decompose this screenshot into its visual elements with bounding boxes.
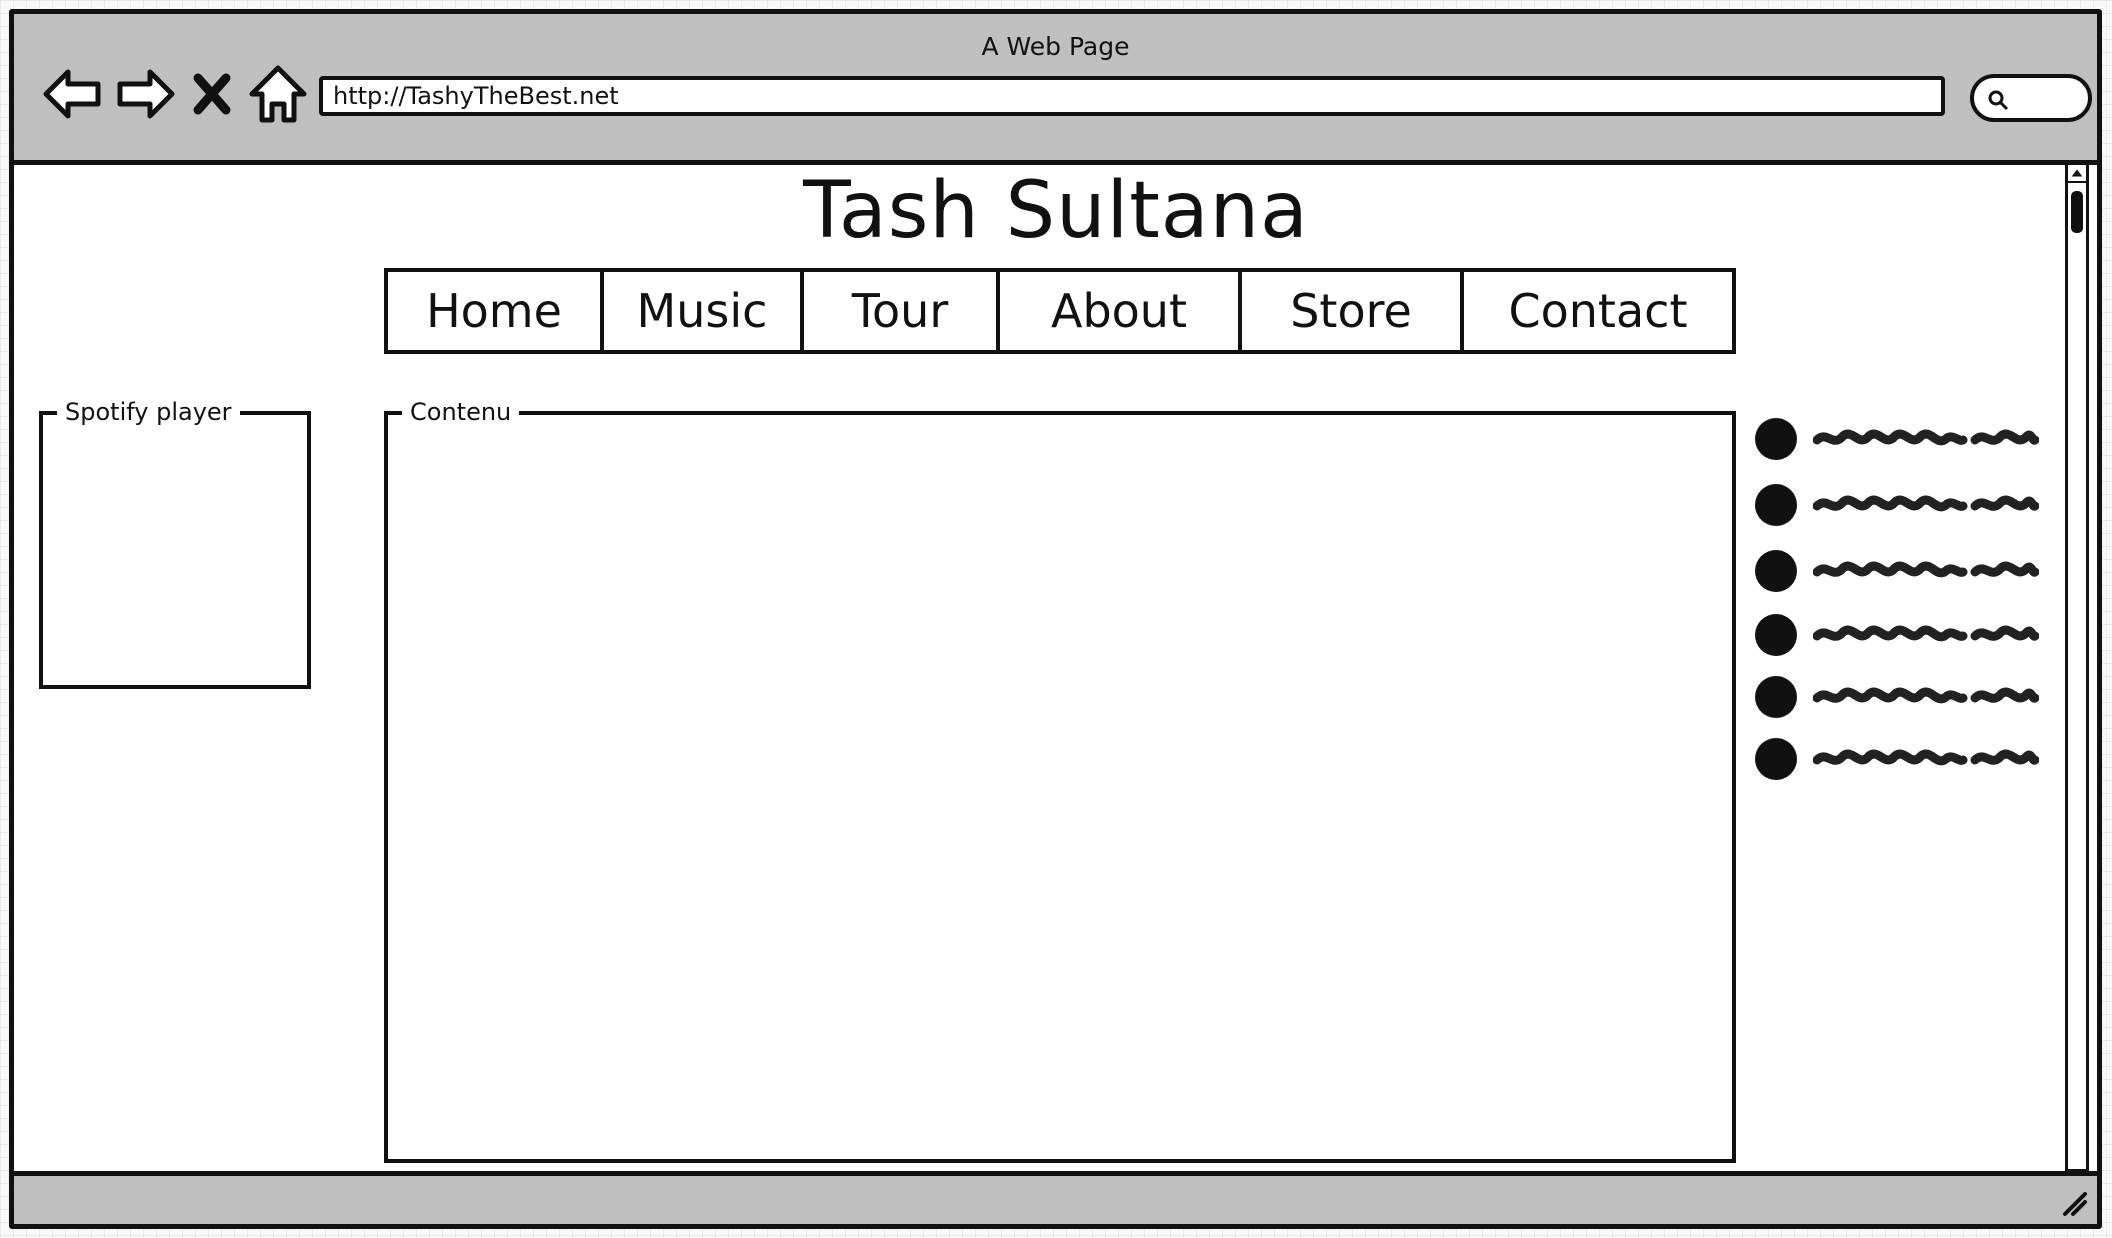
- bullet-dot-icon: [1755, 484, 1797, 526]
- bullet-dot-icon: [1755, 550, 1797, 592]
- list-item: [1755, 614, 2045, 658]
- page-title: Tash Sultana: [803, 166, 1309, 256]
- nav-music[interactable]: Music: [604, 272, 804, 350]
- placeholder-text-scribble: [1812, 424, 2040, 452]
- content-panel: Contenu: [384, 395, 1736, 1163]
- list-item: [1755, 418, 2045, 462]
- list-item: [1755, 484, 2045, 528]
- home-icon[interactable]: [246, 62, 310, 126]
- placeholder-text-scribble: [1812, 556, 2040, 584]
- spotify-player-label: Spotify player: [57, 395, 240, 429]
- vertical-scrollbar[interactable]: [2065, 162, 2089, 1190]
- nav-store[interactable]: Store: [1242, 272, 1464, 350]
- bullet-dot-icon: [1755, 738, 1797, 780]
- main-navigation: Home Music Tour About Store Contact: [384, 268, 1736, 354]
- bullet-dot-icon: [1755, 614, 1797, 656]
- forward-arrow-icon[interactable]: [114, 62, 178, 126]
- bullet-dot-icon: [1755, 418, 1797, 460]
- placeholder-text-scribble: [1812, 682, 2040, 710]
- nav-about[interactable]: About: [1000, 272, 1242, 350]
- nav-tour[interactable]: Tour: [804, 272, 1000, 350]
- search-icon: [1988, 90, 2009, 111]
- browser-search-field[interactable]: [1970, 74, 2092, 122]
- address-bar[interactable]: http://TashyTheBest.net: [319, 76, 1945, 116]
- placeholder-text-scribble: [1812, 744, 2040, 772]
- status-bar: [14, 1171, 2097, 1224]
- placeholder-text-scribble: [1812, 490, 2040, 518]
- close-icon[interactable]: [188, 62, 236, 126]
- bullet-dot-icon: [1755, 676, 1797, 718]
- spotify-player-panel[interactable]: Spotify player: [39, 395, 311, 689]
- content-label: Contenu: [402, 395, 520, 429]
- window-title: A Web Page: [981, 32, 1130, 61]
- browser-toolbar: A Web Page http://TashyTheBest.net: [14, 14, 2097, 165]
- placeholder-text-scribble: [1812, 620, 2040, 648]
- resize-grip-icon[interactable]: [2059, 1188, 2089, 1218]
- nav-home[interactable]: Home: [388, 272, 604, 350]
- list-item: [1755, 676, 2045, 720]
- list-item: [1755, 550, 2045, 594]
- nav-contact[interactable]: Contact: [1464, 272, 1732, 350]
- back-arrow-icon[interactable]: [40, 62, 104, 126]
- list-item: [1755, 738, 2045, 782]
